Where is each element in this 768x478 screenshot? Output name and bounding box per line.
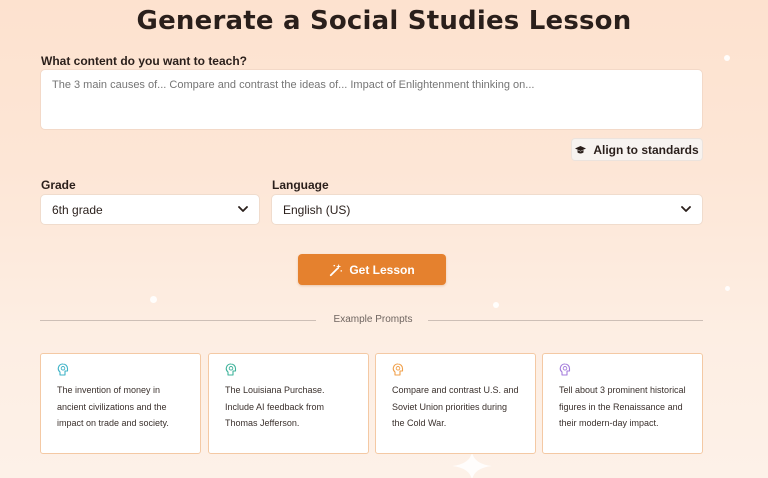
grade-select[interactable]: 6th grade bbox=[40, 194, 260, 225]
content-input[interactable] bbox=[40, 69, 703, 130]
globe-head-icon bbox=[392, 363, 404, 376]
language-select-value: English (US) bbox=[283, 202, 351, 217]
get-lesson-label: Get Lesson bbox=[349, 262, 415, 277]
language-label: Language bbox=[272, 178, 329, 192]
example-prompt-card[interactable]: Tell about 3 prominent historical figure… bbox=[542, 353, 703, 454]
example-prompt-card[interactable]: Compare and contrast U.S. and Soviet Uni… bbox=[375, 353, 536, 454]
language-select[interactable]: English (US) bbox=[271, 194, 703, 225]
example-prompt-text: Tell about 3 prominent historical figure… bbox=[559, 385, 686, 428]
graduation-cap-icon bbox=[575, 145, 587, 153]
grade-label: Grade bbox=[41, 178, 76, 192]
align-to-standards-button[interactable]: Align to standards bbox=[571, 138, 703, 161]
align-to-standards-label: Align to standards bbox=[593, 142, 699, 157]
sparkle-decoration bbox=[150, 296, 157, 303]
sparkle-decoration bbox=[493, 302, 499, 308]
example-prompt-text: Compare and contrast U.S. and Soviet Uni… bbox=[392, 385, 519, 428]
divider-left bbox=[40, 320, 316, 321]
globe-head-icon bbox=[559, 363, 571, 376]
example-prompt-text: The invention of money in ancient civili… bbox=[57, 385, 169, 428]
content-label: What content do you want to teach? bbox=[41, 54, 247, 68]
example-prompt-text: The Louisiana Purchase. Include AI feedb… bbox=[225, 385, 325, 428]
example-prompts-heading: Example Prompts bbox=[333, 314, 413, 325]
chevron-down-icon bbox=[681, 206, 691, 212]
chevron-down-icon bbox=[238, 206, 248, 212]
page-title: Generate a Social Studies Lesson bbox=[136, 6, 632, 36]
get-lesson-button[interactable]: Get Lesson bbox=[298, 254, 446, 285]
magic-wand-icon bbox=[330, 263, 343, 276]
example-prompt-card[interactable]: The invention of money in ancient civili… bbox=[40, 353, 201, 454]
grade-select-value: 6th grade bbox=[52, 202, 103, 217]
sparkle-decoration bbox=[725, 286, 730, 291]
globe-head-icon bbox=[225, 363, 237, 376]
globe-head-icon bbox=[57, 363, 69, 376]
divider-right bbox=[428, 320, 703, 321]
sparkle-decoration bbox=[724, 55, 730, 61]
star-sparkle-decoration bbox=[452, 452, 492, 478]
example-prompt-card[interactable]: The Louisiana Purchase. Include AI feedb… bbox=[208, 353, 369, 454]
